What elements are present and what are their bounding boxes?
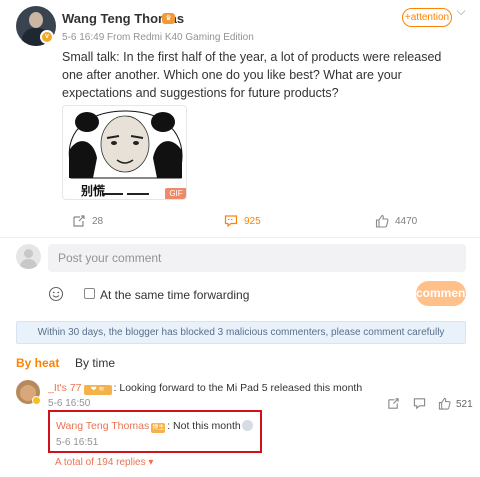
emoji-sticker-icon — [241, 420, 253, 431]
forward-label: At the same time forwarding — [100, 288, 250, 302]
post-source: From Redmi K40 Gaming Edition — [107, 32, 254, 43]
forward-checkbox[interactable] — [84, 288, 95, 299]
like-button[interactable]: 4470 — [375, 213, 417, 229]
comment-button[interactable]: 925 — [224, 213, 261, 229]
emoji-icon[interactable] — [48, 286, 64, 302]
highlighted-reply: Wang Teng Thomas 博主: Not this month 5-6 1… — [48, 410, 262, 453]
thumbs-up-icon[interactable] — [438, 397, 451, 410]
post-image[interactable]: 别慌 GIF — [62, 105, 187, 200]
tab-by-time[interactable]: By time — [75, 356, 115, 370]
post-meta: 5-6 16:49 From Redmi K40 Gaming Edition — [62, 32, 254, 43]
fan-badge-icon: ❤ ≋ — [83, 385, 112, 395]
current-user-avatar — [16, 244, 41, 269]
gif-badge: GIF — [165, 188, 186, 199]
like-count: 4470 — [395, 215, 418, 227]
repost-count: 28 — [92, 215, 104, 227]
reply-icon[interactable] — [413, 397, 426, 410]
thumbs-up-icon — [375, 214, 389, 228]
verified-badge-icon: v — [40, 30, 54, 44]
commenter-badge-icon — [32, 396, 41, 405]
section-divider — [0, 237, 480, 238]
reply-author-name[interactable]: Wang Teng Thomas — [56, 420, 149, 432]
image-caption: 别慌 — [81, 184, 106, 198]
chevron-down-icon[interactable]: ⌵ — [454, 4, 468, 18]
reply-text: : Not this month — [167, 420, 241, 432]
member-badge-icon: ♛ — [162, 13, 175, 24]
blocked-commenters-notice: Within 30 days, the blogger has blocked … — [16, 321, 466, 344]
reply-time: 5-6 16:51 — [56, 437, 99, 448]
post-text: Small talk: In the first half of the yea… — [62, 50, 442, 100]
view-all-replies-link[interactable]: A total of 194 replies ▾ — [55, 457, 153, 468]
avatar-head — [24, 249, 33, 258]
comment-like-count: 521 — [456, 399, 473, 410]
comment-icon — [224, 215, 238, 228]
post-timestamp: 5-6 16:49 — [62, 32, 105, 43]
comment-count: 925 — [244, 215, 261, 227]
comment-time: 5-6 16:50 — [48, 398, 91, 409]
submit-comment-button[interactable]: comment — [416, 281, 469, 306]
comment-line: _It's 77 ❤ ≋: Looking forward to the Mi P… — [48, 382, 362, 395]
tab-by-heat[interactable]: By heat — [16, 356, 59, 370]
reply-line: Wang Teng Thomas 博主: Not this month — [56, 420, 253, 433]
repost-icon — [73, 215, 85, 227]
comment-text: : Looking forward to the Mi Pad 5 releas… — [113, 382, 363, 394]
commenter-name[interactable]: _It's 77 — [48, 382, 82, 394]
blogger-tag: 博主 — [151, 423, 166, 433]
avatar-head — [29, 12, 43, 28]
share-icon[interactable] — [387, 397, 400, 410]
follow-button[interactable]: +attention — [402, 8, 452, 27]
comment-input[interactable] — [48, 244, 466, 272]
repost-button[interactable]: 28 — [72, 213, 103, 229]
avatar-body — [20, 259, 37, 269]
